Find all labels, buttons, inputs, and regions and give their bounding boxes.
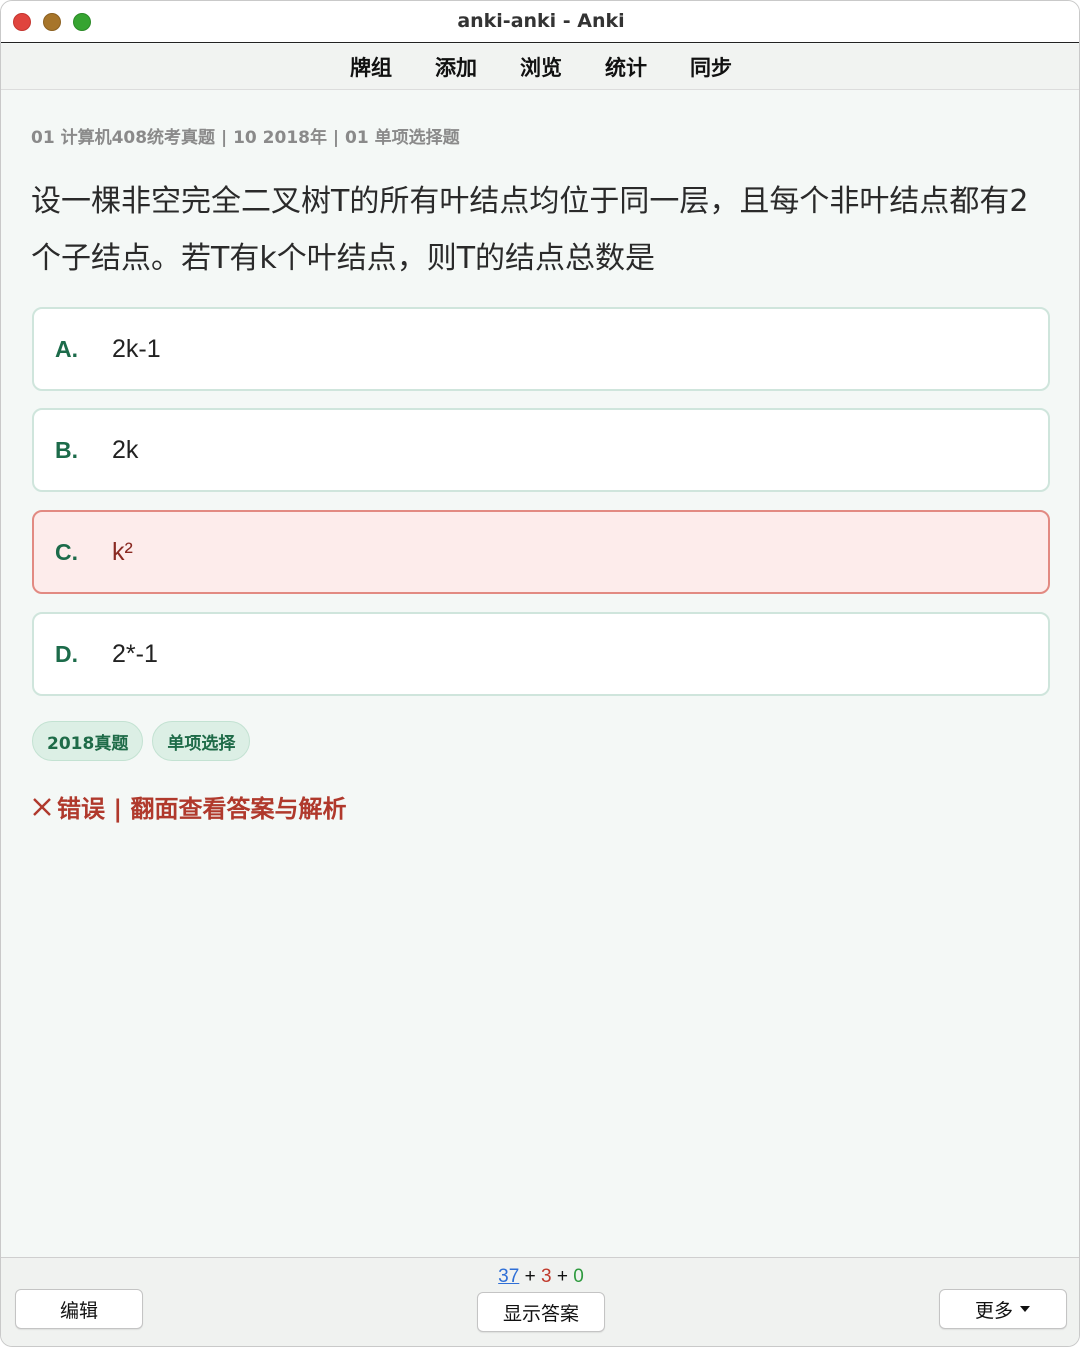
option-c-selected-wrong[interactable]: C. k²: [32, 510, 1050, 594]
card-content: 01 计算机408统考真题 | 10 2018年 | 01 单项选择题 设一棵非…: [1, 91, 1079, 1257]
option-a[interactable]: A. 2k-1: [32, 307, 1050, 391]
menu-stats[interactable]: 统计: [605, 52, 647, 82]
tag-single-choice: 单项选择: [152, 721, 251, 761]
question-text: 设一棵非空完全二叉树T的所有叶结点均位于同一层，且每个非叶结点都有2个子结点。若…: [31, 184, 1029, 276]
count-separator: +: [556, 1266, 568, 1287]
result-feedback: 错误 | 翻面查看答案与解析: [31, 789, 346, 824]
more-button[interactable]: 更多: [939, 1289, 1067, 1329]
menu-decks[interactable]: 牌组: [350, 52, 392, 82]
option-letter: C.: [55, 538, 78, 565]
menu-sync[interactable]: 同步: [690, 52, 732, 82]
window-title: anki-anki - Anki: [457, 10, 625, 32]
learning-count: 3: [540, 1266, 552, 1287]
due-counts: 37 + 3 + 0: [1, 1266, 1079, 1288]
menu-add[interactable]: 添加: [435, 52, 477, 82]
option-text: 2k-1: [112, 334, 161, 363]
review-count: 0: [573, 1266, 584, 1287]
option-text: k²: [112, 537, 133, 566]
tag-2018: 2018真题: [32, 721, 144, 761]
edit-button-label: 编辑: [59, 1299, 98, 1322]
option-d[interactable]: D. 2*-1: [32, 612, 1050, 696]
option-text: 2k: [112, 435, 139, 464]
show-answer-label: 显示答案: [502, 1302, 579, 1325]
option-text: 2*-1: [112, 639, 158, 668]
option-letter: B.: [55, 436, 78, 463]
menu-browse[interactable]: 浏览: [520, 52, 562, 82]
close-x-icon: [33, 797, 51, 816]
title-bar: anki-anki - Anki: [1, 1, 1079, 43]
option-letter: A.: [55, 335, 78, 362]
option-letter: D.: [55, 640, 78, 667]
more-button-label: 更多: [974, 1299, 1013, 1322]
show-answer-button[interactable]: 显示答案: [477, 1292, 605, 1332]
new-count[interactable]: 37: [498, 1266, 519, 1287]
top-menu: 牌组 添加 浏览 统计 同步: [1, 44, 1079, 90]
bottom-bar: 编辑 37 + 3 + 0 显示答案 更多: [1, 1257, 1079, 1346]
deck-breadcrumb: 01 计算机408统考真题 | 10 2018年 | 01 单项选择题: [31, 128, 460, 148]
result-text: 错误 | 翻面查看答案与解析: [57, 795, 347, 823]
edit-button[interactable]: 编辑: [15, 1289, 143, 1329]
option-b[interactable]: B. 2k: [32, 408, 1050, 492]
anki-window: anki-anki - Anki 牌组 添加 浏览 统计 同步 01 计算机40…: [0, 0, 1080, 1347]
caret-down-icon: [1020, 1306, 1030, 1312]
count-separator: +: [524, 1266, 536, 1287]
tag-list: 2018真题 单项选择: [32, 721, 251, 761]
